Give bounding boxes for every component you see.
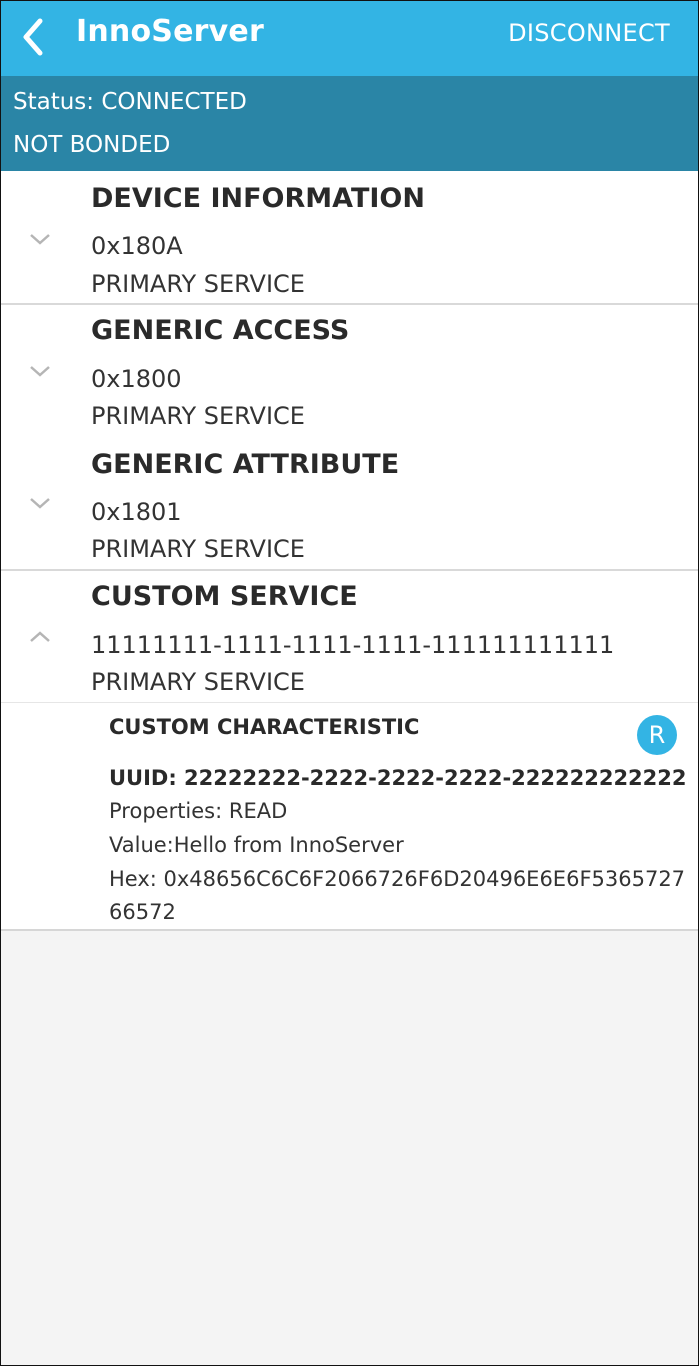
characteristic-item[interactable]: CUSTOM CHARACTERISTIC R UUID: 22222222-2… <box>1 703 698 929</box>
chevron-down-icon[interactable] <box>27 495 53 511</box>
characteristic-properties: Properties: READ <box>109 799 288 823</box>
chevron-down-icon[interactable] <box>27 363 53 379</box>
divider <box>1 929 698 931</box>
characteristic-name: CUSTOM CHARACTERISTIC <box>109 715 420 739</box>
connection-status: Status: CONNECTED <box>13 89 247 115</box>
service-name: GENERIC ATTRIBUTE <box>91 449 400 480</box>
service-uuid: 11111111-1111-1111-1111-111111111111 <box>91 631 615 659</box>
service-item[interactable]: DEVICE INFORMATION 0x180A PRIMARY SERVIC… <box>1 171 698 303</box>
disconnect-button[interactable]: DISCONNECT <box>508 19 670 47</box>
chevron-down-icon[interactable] <box>27 231 53 247</box>
service-name: DEVICE INFORMATION <box>91 183 425 214</box>
service-type: PRIMARY SERVICE <box>91 270 305 298</box>
read-button[interactable]: R <box>637 715 677 755</box>
service-uuid: 0x180A <box>91 232 183 260</box>
characteristic-hex-continued: 66572 <box>109 900 176 924</box>
service-item[interactable]: GENERIC ACCESS 0x1800 PRIMARY SERVICE <box>1 305 698 437</box>
chevron-left-icon <box>23 18 43 56</box>
service-uuid: 0x1800 <box>91 365 182 393</box>
app-bar: InnoServer DISCONNECT <box>1 1 698 76</box>
app-screen: InnoServer DISCONNECT Status: CONNECTED … <box>0 0 699 1366</box>
service-item[interactable]: CUSTOM SERVICE 11111111-1111-1111-1111-1… <box>1 571 698 702</box>
characteristic-hex: Hex: 0x48656C6C6F2066726F6D20496E6E6F536… <box>109 867 686 891</box>
back-button[interactable] <box>13 13 53 61</box>
service-type: PRIMARY SERVICE <box>91 402 305 430</box>
service-name: CUSTOM SERVICE <box>91 581 358 612</box>
characteristic-value: Value:Hello from InnoServer <box>109 833 404 857</box>
service-item[interactable]: GENERIC ATTRIBUTE 0x1801 PRIMARY SERVICE <box>1 437 698 569</box>
page-title: InnoServer <box>76 14 264 49</box>
service-name: GENERIC ACCESS <box>91 315 350 346</box>
service-type: PRIMARY SERVICE <box>91 535 305 563</box>
chevron-up-icon[interactable] <box>27 629 53 645</box>
characteristic-uuid: UUID: 22222222-2222-2222-2222-2222222222… <box>109 766 687 790</box>
service-uuid: 0x1801 <box>91 498 182 526</box>
service-type: PRIMARY SERVICE <box>91 668 305 696</box>
status-bar: Status: CONNECTED NOT BONDED <box>1 76 698 171</box>
bond-status: NOT BONDED <box>13 132 171 158</box>
